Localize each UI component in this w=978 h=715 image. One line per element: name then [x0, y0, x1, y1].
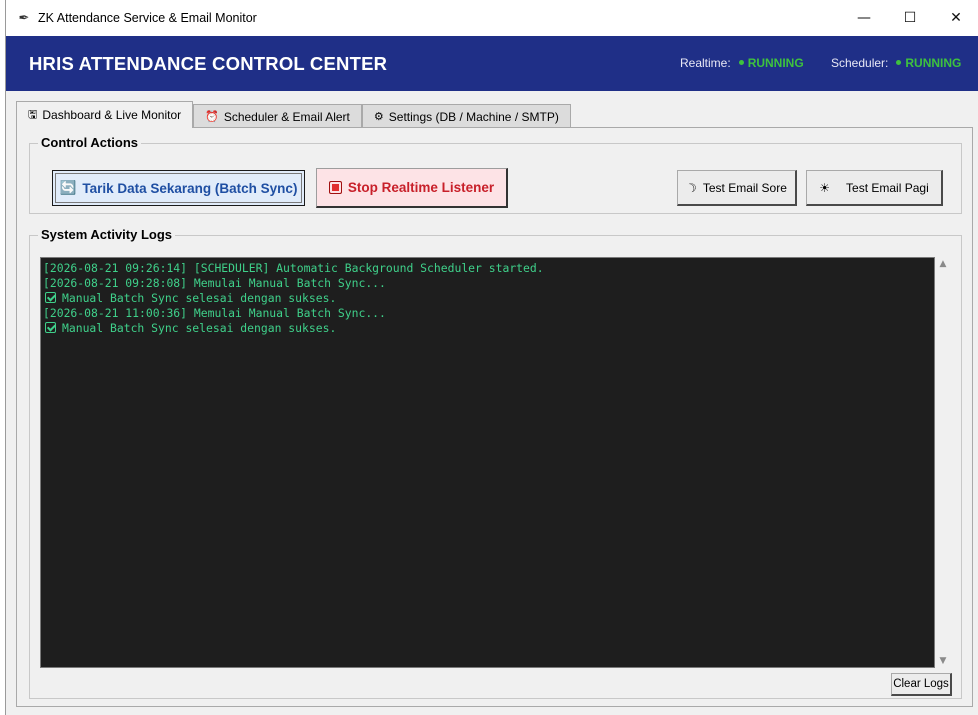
- scroll-up-icon[interactable]: ▲: [936, 259, 950, 269]
- sunset-icon: ☽: [684, 179, 699, 196]
- tab-label: Dashboard & Live Monitor: [42, 108, 182, 122]
- maximize-button[interactable]: ☐: [887, 0, 933, 36]
- batch-sync-button[interactable]: 🔄 Tarik Data Sekarang (Batch Sync): [52, 170, 305, 206]
- realtime-status: Realtime: RUNNING: [680, 56, 804, 70]
- scheduler-status-label: Scheduler:: [831, 56, 889, 70]
- page-title: HRIS ATTENDANCE CONTROL CENTER: [29, 53, 388, 74]
- tab-label: Settings (DB / Machine / SMTP): [388, 109, 559, 124]
- tab-dashboard[interactable]: 🖫 Dashboard & Live Monitor: [16, 101, 194, 128]
- log-line: Manual Batch Sync selesai dengan sukses.: [43, 321, 932, 336]
- window-title: ZK Attendance Service & Email Monitor: [38, 11, 257, 25]
- stop-realtime-button[interactable]: Stop Realtime Listener: [316, 168, 508, 208]
- title-bar: ✒ ZK Attendance Service & Email Monitor …: [6, 0, 978, 36]
- test-email-sore-label: Test Email Sore: [702, 180, 787, 195]
- status-dot-icon: [896, 60, 902, 66]
- tab-bar: 🖫 Dashboard & Live Monitor ⏰ Scheduler &…: [16, 101, 571, 128]
- log-line: [2026-08-21 09:28:08] Memulai Manual Bat…: [43, 276, 386, 290]
- app-window: ✒ ZK Attendance Service & Email Monitor …: [5, 0, 978, 715]
- sun-icon: ☀: [819, 180, 831, 195]
- stop-icon: [328, 181, 342, 194]
- system-logs-title: System Activity Logs: [38, 227, 176, 242]
- check-box-icon: [45, 292, 56, 303]
- gear-icon: ⚙: [373, 111, 384, 123]
- feather-icon: ✒: [18, 10, 30, 26]
- tab-label: Scheduler & Email Alert: [223, 109, 350, 124]
- stop-realtime-label: Stop Realtime Listener: [347, 180, 495, 195]
- window-controls: — ☐ ✕: [841, 0, 978, 36]
- scheduler-status-value: RUNNING: [896, 56, 961, 70]
- control-actions-group: Control Actions 🔄 Tarik Data Sekarang (B…: [29, 135, 962, 214]
- log-scrollbar[interactable]: ▲ ▼: [936, 257, 950, 668]
- log-line: [2026-08-21 09:26:14] [SCHEDULER] Automa…: [43, 261, 544, 275]
- test-email-pagi-label: Test Email Pagi: [846, 180, 929, 195]
- scroll-down-icon[interactable]: ▼: [936, 656, 950, 666]
- realtime-status-label: Realtime:: [680, 56, 731, 70]
- check-box-icon: [45, 322, 56, 333]
- minimize-button[interactable]: —: [841, 0, 887, 36]
- test-email-sore-button[interactable]: ☽ Test Email Sore: [677, 170, 797, 206]
- system-logs-group: System Activity Logs [2026-08-21 09:26:1…: [29, 227, 962, 699]
- log-line: [2026-08-21 11:00:36] Memulai Manual Bat…: [43, 306, 386, 320]
- close-button[interactable]: ✕: [933, 0, 978, 36]
- log-line: Manual Batch Sync selesai dengan sukses.: [43, 291, 932, 306]
- test-email-pagi-button[interactable]: ☀ Test Email Pagi: [806, 170, 943, 206]
- alarm-clock-icon: ⏰: [205, 111, 219, 123]
- scheduler-status: Scheduler: RUNNING: [831, 56, 961, 70]
- tab-scheduler[interactable]: ⏰ Scheduler & Email Alert: [193, 104, 362, 128]
- log-output[interactable]: [2026-08-21 09:26:14] [SCHEDULER] Automa…: [40, 257, 935, 668]
- batch-sync-label: Tarik Data Sekarang (Batch Sync): [82, 180, 298, 196]
- status-dot-icon: [738, 60, 744, 66]
- sync-icon: 🔄: [59, 180, 77, 195]
- tab-settings[interactable]: ⚙ Settings (DB / Machine / SMTP): [361, 104, 571, 128]
- clear-logs-button[interactable]: Clear Logs: [891, 673, 952, 696]
- control-actions-title: Control Actions: [38, 135, 142, 150]
- dashboard-panel: Control Actions 🔄 Tarik Data Sekarang (B…: [16, 127, 973, 707]
- floppy-disk-icon: 🖫: [28, 108, 38, 121]
- app-header: HRIS ATTENDANCE CONTROL CENTER Realtime:…: [6, 36, 978, 91]
- realtime-status-value: RUNNING: [738, 56, 804, 70]
